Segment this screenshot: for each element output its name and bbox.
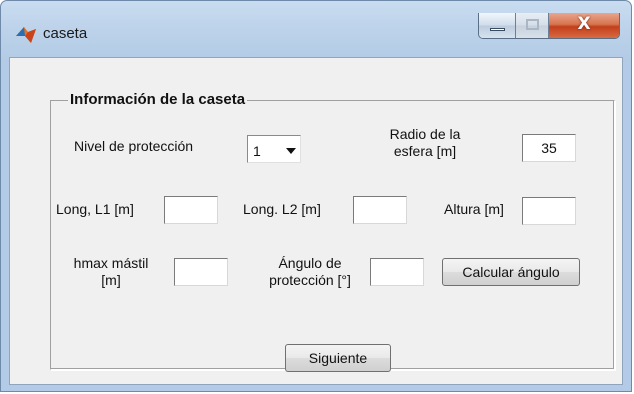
app-window: caseta X Información de la caseta Nivel … — [0, 0, 632, 392]
nivel-proteccion-select[interactable]: 1 — [247, 135, 301, 163]
radio-esfera-label: Radio de la esfera [m] — [370, 126, 480, 160]
hmax-mastil-input[interactable] — [174, 258, 228, 286]
minimize-button[interactable] — [479, 13, 516, 38]
hmax-mastil-label-line1: hmax mástil — [73, 255, 149, 271]
angulo-proteccion-label-line2: protección [°] — [269, 272, 351, 288]
radio-esfera-input[interactable]: 35 — [522, 134, 576, 162]
window-title: caseta — [43, 25, 88, 42]
siguiente-button[interactable]: Siguiente — [285, 344, 391, 372]
close-button[interactable]: X — [549, 13, 619, 38]
long-l1-label: Long, L1 [m] — [56, 201, 134, 217]
window-content: Información de la caseta Nivel de protec… — [9, 57, 623, 385]
angulo-proteccion-label: Ángulo de protección [°] — [250, 255, 370, 289]
angulo-proteccion-input[interactable] — [370, 258, 424, 286]
altura-input[interactable] — [522, 197, 576, 225]
radio-esfera-label-line1: Radio de la — [389, 126, 461, 142]
maximize-icon — [526, 19, 539, 30]
info-panel: Información de la caseta Nivel de protec… — [50, 91, 615, 370]
maximize-button[interactable] — [516, 13, 549, 38]
panel-title: Información de la caseta — [68, 91, 248, 108]
altura-label: Altura [m] — [444, 201, 504, 217]
hmax-mastil-label: hmax mástil [m] — [56, 255, 166, 289]
calcular-angulo-button[interactable]: Calcular ángulo — [442, 258, 580, 286]
close-icon: X — [577, 14, 591, 34]
nivel-proteccion-label: Nivel de protección — [74, 138, 194, 154]
long-l2-input[interactable] — [353, 196, 407, 224]
long-l2-label: Long. L2 [m] — [243, 201, 321, 217]
matlab-icon — [16, 27, 36, 43]
hmax-mastil-label-line2: [m] — [101, 272, 121, 288]
radio-esfera-label-line2: esfera [m] — [393, 143, 457, 159]
minimize-icon — [490, 28, 505, 31]
nivel-proteccion-value: 1 — [253, 143, 261, 159]
window-controls: X — [478, 13, 620, 39]
angulo-proteccion-label-line1: Ángulo de — [278, 255, 342, 271]
chevron-down-icon — [286, 148, 296, 154]
long-l1-input[interactable] — [164, 196, 218, 224]
title-bar[interactable]: caseta X — [1, 1, 631, 57]
